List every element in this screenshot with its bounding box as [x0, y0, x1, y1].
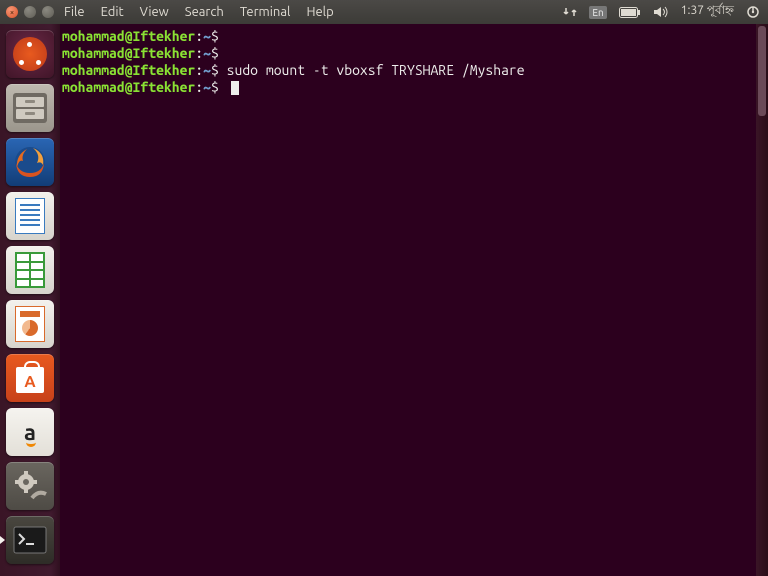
launcher-dash[interactable] — [6, 30, 54, 78]
prompt-userhost: mohammad@Iftekher — [62, 45, 195, 61]
launcher-writer[interactable] — [6, 192, 54, 240]
menu-terminal[interactable]: Terminal — [240, 5, 291, 19]
prompt-symbol: $ — [211, 62, 219, 78]
session-icon[interactable] — [746, 5, 760, 19]
prompt-path: ~ — [203, 28, 211, 44]
battery-icon[interactable] — [619, 7, 641, 18]
prompt-userhost: mohammad@Iftekher — [62, 28, 195, 44]
prompt-symbol: $ — [211, 45, 219, 61]
maximize-button[interactable] — [42, 6, 54, 18]
keyboard-indicator[interactable]: En — [589, 6, 606, 19]
prompt-symbol: $ — [211, 79, 219, 95]
indicator-area: En 1:37 পূর্বাহ্ন — [563, 2, 768, 22]
terminal-line: mohammad@Iftekher:~$ — [62, 45, 754, 62]
launcher-amazon[interactable]: a — [6, 408, 54, 456]
prompt-userhost: mohammad@Iftekher — [62, 79, 195, 95]
launcher-impress[interactable] — [6, 300, 54, 348]
menu-help[interactable]: Help — [306, 5, 333, 19]
launcher-files[interactable] — [6, 84, 54, 132]
launcher-software[interactable]: A — [6, 354, 54, 402]
terminal-line: mohammad@Iftekher:~$ — [62, 79, 754, 96]
gear-icon — [12, 468, 48, 504]
impress-icon — [15, 306, 45, 342]
launcher-settings[interactable] — [6, 462, 54, 510]
sound-icon[interactable] — [653, 6, 669, 18]
menu-search[interactable]: Search — [185, 5, 224, 19]
software-icon: A — [16, 367, 44, 393]
scrollbar-thumb[interactable] — [758, 26, 766, 116]
terminal-line: mohammad@Iftekher:~$ sudo mount -t vboxs… — [62, 62, 754, 79]
network-icon[interactable] — [563, 5, 577, 19]
terminal-icon — [13, 526, 47, 554]
calc-icon — [15, 252, 45, 288]
writer-icon — [15, 198, 45, 234]
terminal-window[interactable]: mohammad@Iftekher:~$ mohammad@Iftekher:~… — [60, 24, 756, 576]
launcher: A a — [0, 24, 60, 576]
prompt-path: ~ — [203, 62, 211, 78]
prompt-path: ~ — [203, 45, 211, 61]
menubar: × File Edit View Search Terminal Help En… — [0, 0, 768, 24]
launcher-terminal[interactable] — [6, 516, 54, 564]
clock[interactable]: 1:37 পূর্বাহ্ন — [681, 2, 734, 22]
terminal-output: mohammad@Iftekher:~$ mohammad@Iftekher:~… — [60, 24, 756, 100]
cursor-icon — [231, 81, 239, 95]
terminal-line: mohammad@Iftekher:~$ — [62, 28, 754, 45]
close-button[interactable]: × — [6, 6, 18, 18]
launcher-firefox[interactable] — [6, 138, 54, 186]
menu-view[interactable]: View — [140, 5, 169, 19]
prompt-symbol: $ — [211, 28, 219, 44]
menu-edit[interactable]: Edit — [101, 5, 124, 19]
prompt-userhost: mohammad@Iftekher — [62, 62, 195, 78]
scrollbar[interactable] — [756, 24, 768, 576]
amazon-icon: a — [24, 420, 36, 445]
app-menu: File Edit View Search Terminal Help — [64, 5, 334, 19]
menu-file[interactable]: File — [64, 5, 85, 19]
launcher-calc[interactable] — [6, 246, 54, 294]
minimize-button[interactable] — [24, 6, 36, 18]
ubuntu-icon — [13, 37, 47, 71]
prompt-path: ~ — [203, 79, 211, 95]
files-icon — [13, 93, 47, 123]
window-controls: × — [6, 6, 54, 18]
terminal-cmd: sudo mount -t vboxsf TRYSHARE /Myshare — [227, 62, 525, 78]
firefox-icon — [11, 143, 49, 181]
